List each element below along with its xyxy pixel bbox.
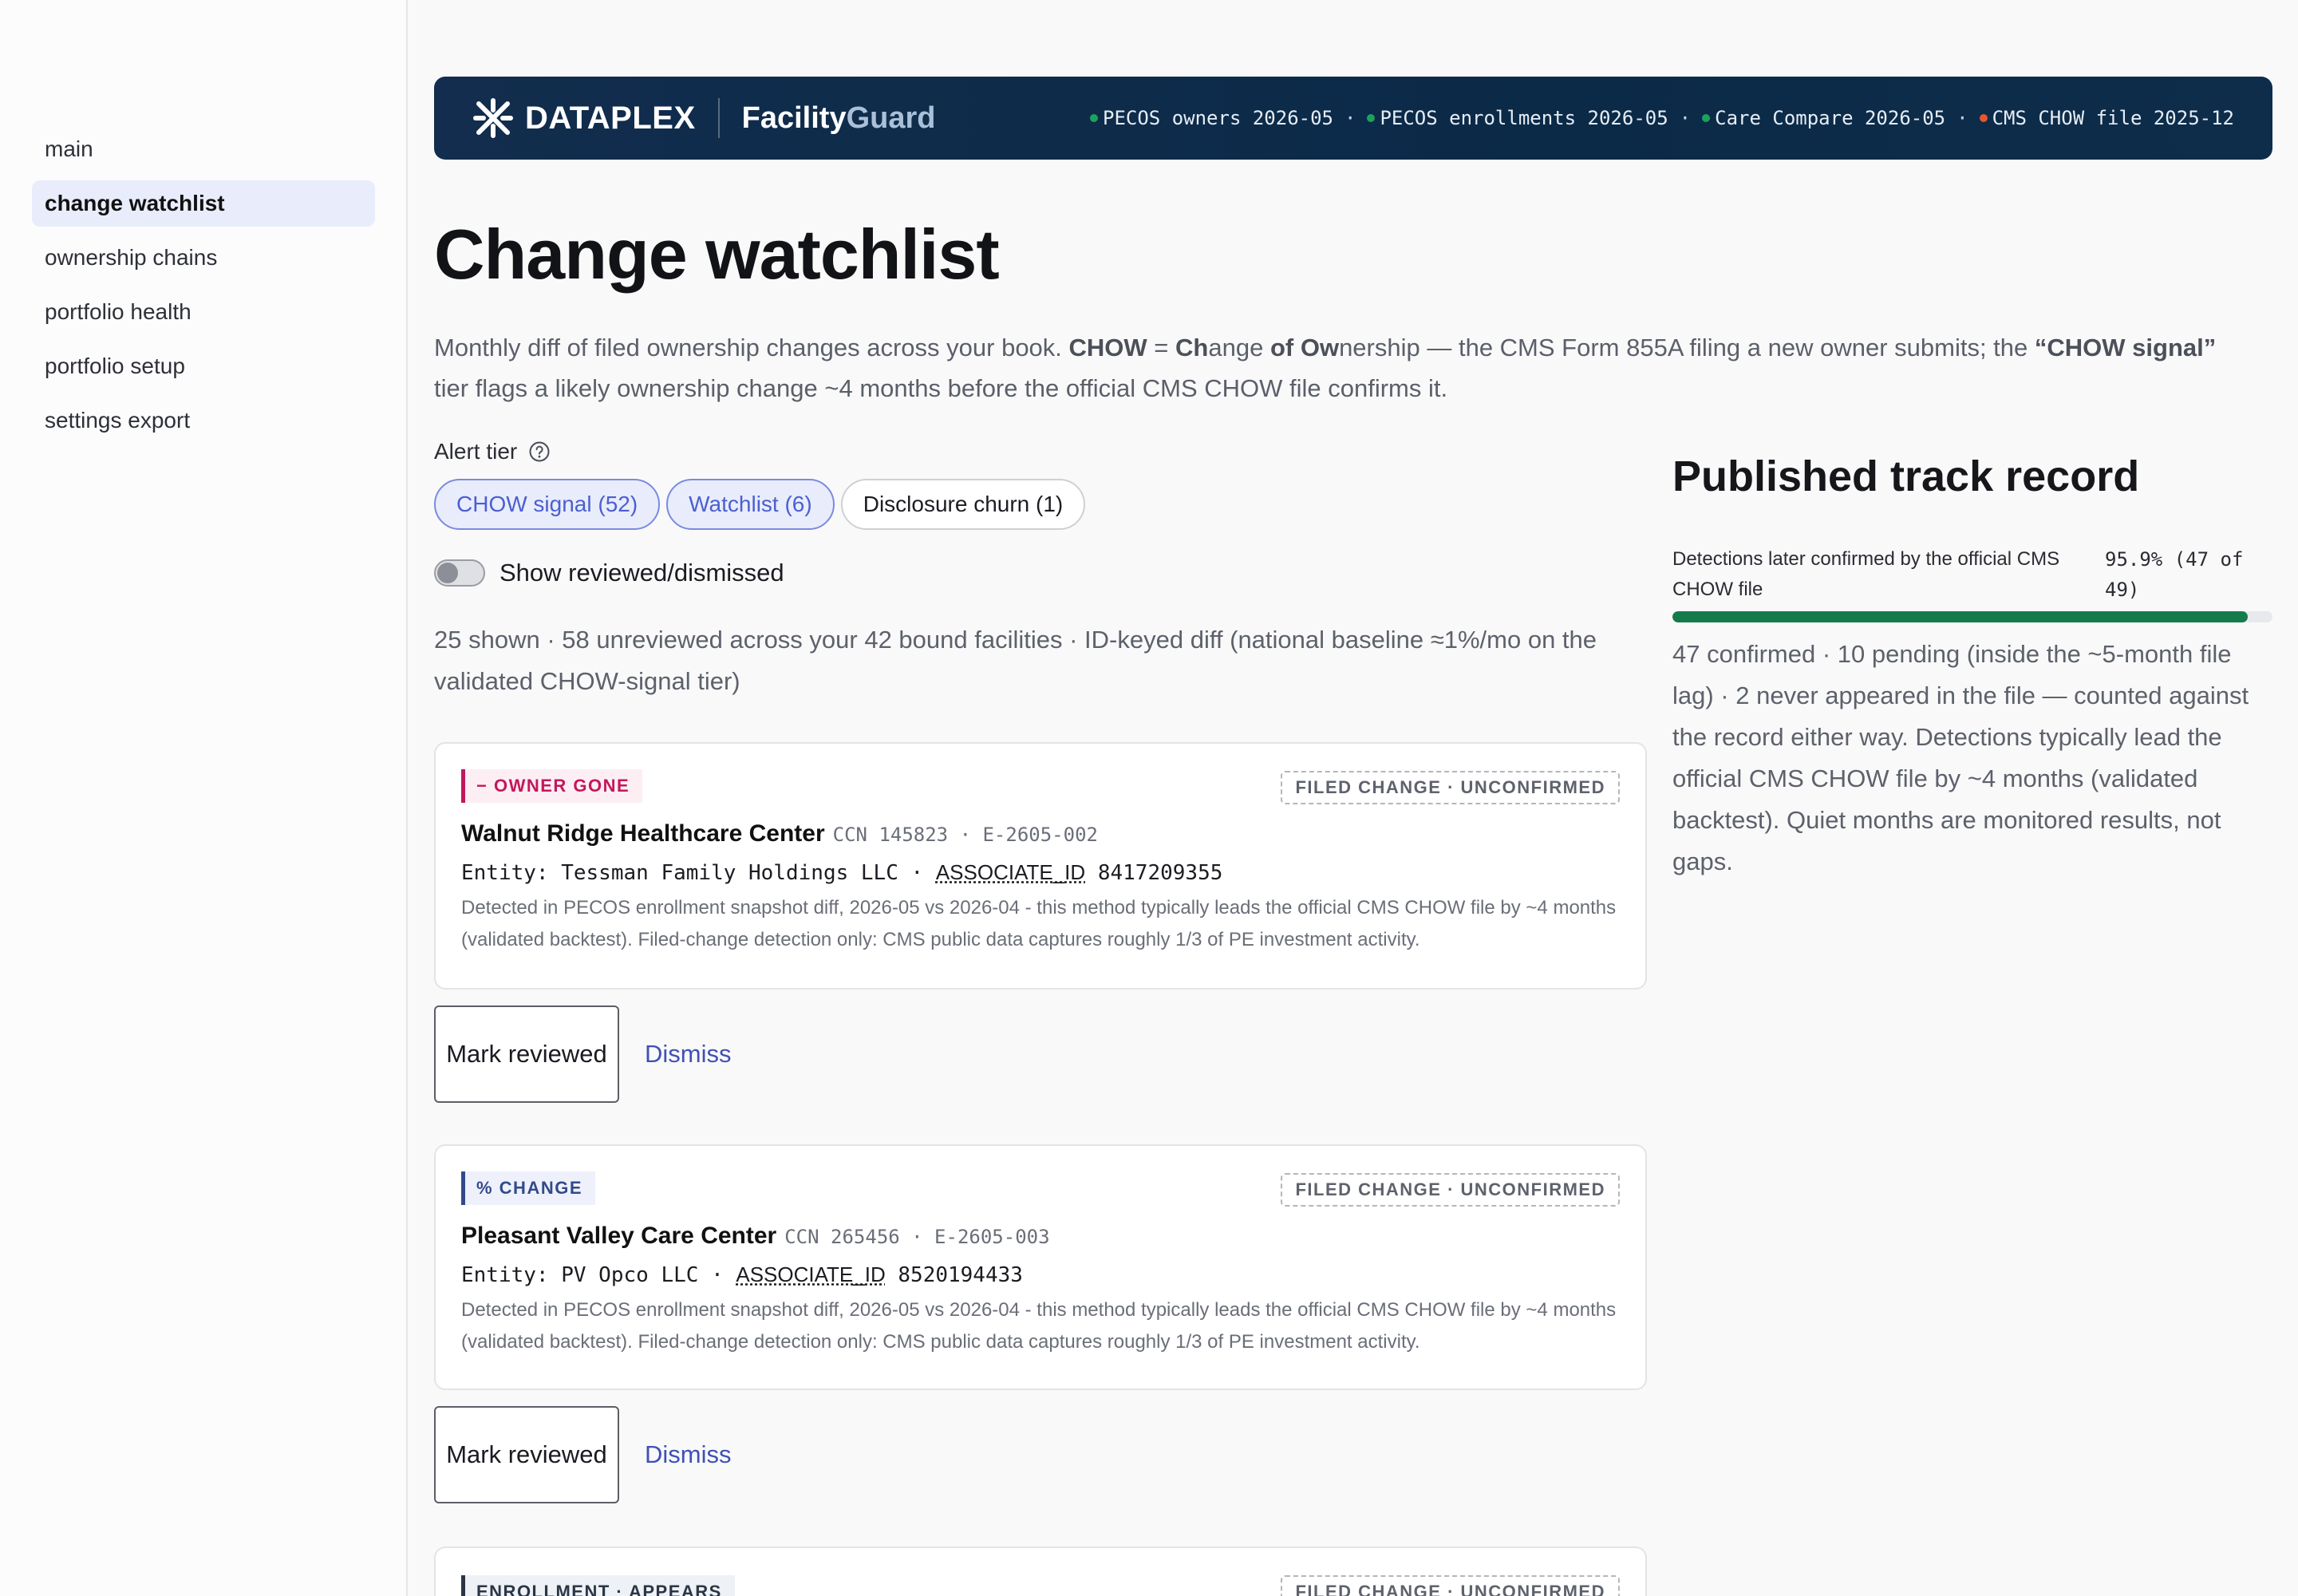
sidebar-item-change-watchlist[interactable]: change watchlist [32, 180, 375, 227]
change-type-badge: % CHANGE [461, 1171, 596, 1205]
show-reviewed-toggle[interactable] [434, 559, 485, 587]
sidebar-item-ownership-chains[interactable]: ownership chains [32, 235, 375, 281]
card-actions: Mark reviewed Dismiss [434, 1005, 732, 1103]
sidebar-item-portfolio-health[interactable]: portfolio health [32, 289, 375, 335]
entity-line: Entity: PV Opco LLC · ASSOCIATE_ID 85201… [461, 1262, 1023, 1287]
track-record-metric-value: 95.9% (47 of 49) [2105, 548, 2244, 601]
sidebar: main change watchlist ownership chains p… [0, 0, 408, 1596]
mark-reviewed-button[interactable]: Mark reviewed [434, 1005, 619, 1103]
brand-divider [717, 98, 720, 138]
results-summary: 25 shown · 58 unreviewed across your 42 … [434, 626, 1597, 695]
source-pecos-owners: PECOS owners 2026-05 [1090, 107, 1333, 129]
associate-id-label: ASSOCIATE_ID [935, 860, 1086, 884]
status-badge: FILED CHANGE · UNCONFIRMED [1281, 1173, 1620, 1207]
detection-note: Detected in PECOS enrollment snapshot di… [461, 897, 1617, 950]
show-reviewed-label: Show reviewed/dismissed [499, 559, 784, 587]
chip-chow-signal[interactable]: CHOW signal (52) [434, 479, 661, 530]
sidebar-nav: main change watchlist ownership chains p… [32, 126, 375, 452]
change-type-badge: − OWNER GONE [461, 769, 643, 803]
mark-reviewed-button[interactable]: Mark reviewed [434, 1406, 619, 1503]
track-record-note: 47 confirmed · 10 pending (inside the ~5… [1672, 640, 2249, 875]
alert-card: ENROLLMENT · APPEARS FILED CHANGE · UNCO… [434, 1547, 1647, 1596]
brand-name: DATAPLEX [525, 100, 696, 136]
status-badge: FILED CHANGE · UNCONFIRMED [1281, 1575, 1620, 1596]
source-cms-chow-file: CMS CHOW file 2025-12 [1979, 107, 2234, 129]
help-icon[interactable] [528, 440, 551, 463]
facility-meta: CCN 145823 · E-2605-002 [832, 824, 1098, 846]
detection-note: Detected in PECOS enrollment snapshot di… [461, 1299, 1617, 1353]
track-record-metric-label: Detections later confirmed by the offici… [1672, 548, 2060, 600]
status-dot-icon [1367, 114, 1376, 122]
status-dot-icon [1702, 114, 1711, 122]
sidebar-item-portfolio-setup[interactable]: portfolio setup [32, 343, 375, 389]
entity-line: Entity: Tessman Family Holdings LLC · AS… [461, 860, 1223, 885]
source-pecos-enrollments: PECOS enrollments 2026-05 [1367, 107, 1668, 129]
change-type-badge: ENROLLMENT · APPEARS [461, 1575, 735, 1596]
product-name: FacilityGuard [741, 101, 936, 135]
alert-tier-label: Alert tier [434, 439, 551, 464]
confirmation-progress-bar [1672, 611, 2272, 622]
track-record-title: Published track record [1672, 452, 2140, 500]
app-header: DATAPLEX FacilityGuard PECOS owners 2026… [434, 77, 2272, 160]
facility-meta: CCN 265456 · E-2605-003 [784, 1226, 1050, 1248]
data-source-status: PECOS owners 2026-05 · PECOS enrollments… [1090, 77, 2234, 160]
confirmation-progress-fill [1672, 611, 2249, 622]
toggle-knob [437, 563, 458, 583]
facility-line: Pleasant Valley Care Center CCN 265456 ·… [461, 1223, 1050, 1250]
dismiss-link[interactable]: Dismiss [645, 1040, 732, 1069]
facility-name: Pleasant Valley Care Center [461, 1223, 777, 1249]
status-dot-icon [1090, 114, 1098, 122]
source-care-compare: Care Compare 2026-05 [1702, 107, 1945, 129]
chip-disclosure-churn[interactable]: Disclosure churn (1) [840, 479, 1086, 530]
card-actions: Mark reviewed Dismiss [434, 1406, 732, 1503]
associate-id-label: ASSOCIATE_ID [736, 1262, 886, 1286]
status-badge: FILED CHANGE · UNCONFIRMED [1281, 771, 1620, 804]
alert-card: − OWNER GONE FILED CHANGE · UNCONFIRMED … [434, 742, 1647, 990]
sidebar-item-main[interactable]: main [32, 126, 375, 172]
dismiss-link[interactable]: Dismiss [645, 1440, 732, 1469]
facility-name: Walnut Ridge Healthcare Center [461, 820, 825, 847]
status-dot-icon [1979, 114, 1988, 122]
alert-tier-filters: CHOW signal (52) Watchlist (6) Disclosur… [434, 479, 1092, 530]
page-title: Change watchlist [434, 215, 1000, 294]
show-reviewed-toggle-row: Show reviewed/dismissed [434, 559, 784, 587]
page-intro: Monthly diff of filed ownership changes … [434, 334, 2217, 402]
chip-watchlist[interactable]: Watchlist (6) [666, 479, 835, 530]
dataplex-logo-icon [473, 98, 513, 138]
facility-line: Walnut Ridge Healthcare Center CCN 14582… [461, 820, 1098, 847]
brand[interactable]: DATAPLEX FacilityGuard [471, 96, 936, 140]
sidebar-item-settings-export[interactable]: settings export [32, 397, 375, 444]
alert-card: % CHANGE FILED CHANGE · UNCONFIRMED Plea… [434, 1144, 1647, 1390]
